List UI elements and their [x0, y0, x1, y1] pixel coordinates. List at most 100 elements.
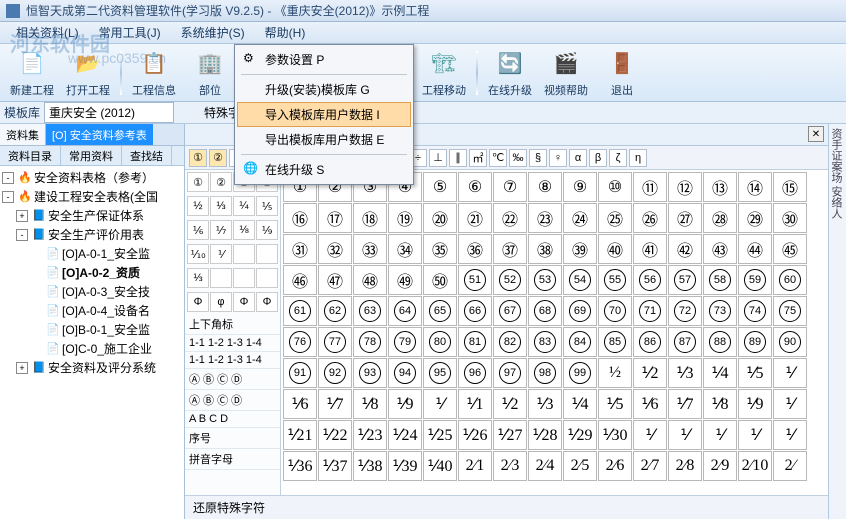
tree-toggle-icon[interactable]: + [16, 362, 28, 374]
char-cell[interactable]: ㊽ [353, 265, 387, 295]
tool-部位[interactable]: 🏢部位 [184, 47, 236, 99]
char-cat-cell[interactable]: ⅓ [187, 268, 209, 288]
char-cell[interactable]: ⅟25 [423, 420, 457, 450]
char-cell[interactable]: ㉛ [283, 234, 317, 264]
char-cell[interactable]: ⅟3 [668, 358, 702, 388]
char-cell[interactable]: 2⁄4 [528, 451, 562, 481]
tool-视频帮助[interactable]: 🎬视频帮助 [540, 47, 592, 99]
char-cell[interactable]: ㉝ [353, 234, 387, 264]
char-cell[interactable]: 87 [668, 327, 702, 357]
char-cell[interactable]: 93 [353, 358, 387, 388]
char-sym-btn[interactable]: ℃ [489, 149, 507, 167]
char-cell[interactable]: 53 [528, 265, 562, 295]
char-cell[interactable]: 86 [633, 327, 667, 357]
tree-node[interactable]: 📄[O]A-0-3_安全技 [2, 282, 182, 301]
char-cat-cell[interactable]: Φ [233, 292, 255, 312]
char-cell[interactable]: ㊷ [668, 234, 702, 264]
char-cell[interactable]: ㊲ [493, 234, 527, 264]
char-cat-cell[interactable]: φ [210, 292, 232, 312]
tree-node[interactable]: +📘安全生产保证体系 [2, 206, 182, 225]
char-cell[interactable]: ⑭ [738, 172, 772, 202]
char-cell[interactable]: 2⁄7 [633, 451, 667, 481]
tree-toggle-icon[interactable]: + [16, 210, 28, 222]
char-sym-btn[interactable]: α [569, 149, 587, 167]
char-cell[interactable]: ⅟ [773, 358, 807, 388]
menu-online-upgrade[interactable]: 🌐在线升级 S [237, 157, 411, 182]
char-cell[interactable]: ㊳ [528, 234, 562, 264]
char-cell[interactable]: ㊸ [703, 234, 737, 264]
char-cell[interactable]: ⑮ [773, 172, 807, 202]
char-cell[interactable]: 84 [563, 327, 597, 357]
char-cell[interactable]: ⅟29 [563, 420, 597, 450]
char-cat-row[interactable]: 上下角标 [185, 314, 280, 335]
char-cat-row[interactable]: 序号 [185, 428, 280, 449]
tree-node[interactable]: +📘安全资料及评分系统 [2, 358, 182, 377]
char-cell[interactable]: 2⁄6 [598, 451, 632, 481]
menu-upgrade-template[interactable]: 升级(安装)模板库 G [237, 77, 411, 102]
char-cell[interactable]: 71 [633, 296, 667, 326]
char-cell[interactable]: ⅟ [773, 389, 807, 419]
char-cell[interactable]: ㊿ [423, 265, 457, 295]
char-cell[interactable]: 94 [388, 358, 422, 388]
menu-export-userdata[interactable]: 导出模板库用户数据 E [237, 127, 411, 152]
char-cell[interactable]: ⅟5 [598, 389, 632, 419]
char-cell[interactable]: 2⁄8 [668, 451, 702, 481]
char-cell[interactable]: ½ [598, 358, 632, 388]
tree-toggle-icon[interactable]: - [2, 172, 14, 184]
char-cat-cell[interactable]: ⅒ [187, 244, 209, 264]
char-cat-row[interactable]: Ⓐ Ⓑ Ⓒ Ⓓ [185, 369, 280, 390]
tree-node[interactable]: 📄[O]C-0_施工企业 [2, 339, 182, 358]
subtab-search[interactable]: 查找结 [122, 146, 172, 165]
char-cell[interactable]: ⑰ [318, 203, 352, 233]
char-cell[interactable]: 2⁄5 [563, 451, 597, 481]
char-cell[interactable]: ㊻ [283, 265, 317, 295]
char-cell[interactable]: ㊾ [388, 265, 422, 295]
char-cat-cell[interactable] [233, 268, 255, 288]
char-cat-cell[interactable]: ⅐ [210, 220, 232, 240]
char-cat-cell[interactable]: ⅑ [256, 220, 278, 240]
tree-node[interactable]: 📄[O]A-0-2_资质 [2, 263, 182, 282]
char-cell[interactable]: 2⁄10 [738, 451, 772, 481]
char-cell[interactable]: ⅟5 [738, 358, 772, 388]
char-cell[interactable]: ⅟ [668, 420, 702, 450]
tree-toggle-icon[interactable]: - [16, 229, 28, 241]
char-cell[interactable]: ⅟40 [423, 451, 457, 481]
char-cell[interactable]: ㊱ [458, 234, 492, 264]
char-cell[interactable]: 64 [388, 296, 422, 326]
char-cell[interactable]: 81 [458, 327, 492, 357]
char-cell[interactable]: ⅟ [773, 420, 807, 450]
char-cell[interactable]: ⅟21 [283, 420, 317, 450]
char-cell[interactable]: ⅟6 [633, 389, 667, 419]
char-cell[interactable]: 89 [738, 327, 772, 357]
char-cell[interactable]: ⅟3 [528, 389, 562, 419]
char-cell[interactable]: ㊹ [738, 234, 772, 264]
char-cat-cell[interactable]: Φ [256, 292, 278, 312]
tab-safety-ref[interactable]: [O] 安全资料参考表 [46, 124, 153, 145]
tool-打开工程[interactable]: 📂打开工程 [62, 47, 114, 99]
char-cell[interactable]: ㉗ [668, 203, 702, 233]
char-cell[interactable]: 74 [738, 296, 772, 326]
char-cell[interactable]: ⑩ [598, 172, 632, 202]
char-cell[interactable]: 98 [528, 358, 562, 388]
char-cell[interactable]: ㉔ [563, 203, 597, 233]
menu-import-userdata[interactable]: 导入模板库用户数据 I [237, 102, 411, 127]
char-cat-cell[interactable]: ⅕ [256, 196, 278, 216]
char-cell[interactable]: 2⁄1 [458, 451, 492, 481]
tree-view[interactable]: -🔥安全资料表格（参考）-🔥建设工程安全表格(全国+📘安全生产保证体系-📘安全生… [0, 166, 184, 519]
char-sym-btn[interactable]: ⊥ [429, 149, 447, 167]
char-cell[interactable]: ⑳ [423, 203, 457, 233]
char-cell[interactable]: 61 [283, 296, 317, 326]
char-cat-row[interactable]: Ⓐ Ⓑ Ⓒ Ⓓ [185, 390, 280, 411]
char-cell[interactable]: 99 [563, 358, 597, 388]
char-cell[interactable]: 97 [493, 358, 527, 388]
tree-node[interactable]: 📄[O]B-0-1_安全监 [2, 320, 182, 339]
char-cell[interactable]: ⑫ [668, 172, 702, 202]
menu-system[interactable]: 系统维护(S) [171, 24, 255, 41]
char-cell[interactable]: ⅟8 [703, 389, 737, 419]
char-cell[interactable]: 72 [668, 296, 702, 326]
char-cell[interactable]: 70 [598, 296, 632, 326]
char-cell[interactable]: ⅟30 [598, 420, 632, 450]
char-cell[interactable]: ㉘ [703, 203, 737, 233]
tool-在线升级[interactable]: 🔄在线升级 [484, 47, 536, 99]
char-cell[interactable]: 51 [458, 265, 492, 295]
